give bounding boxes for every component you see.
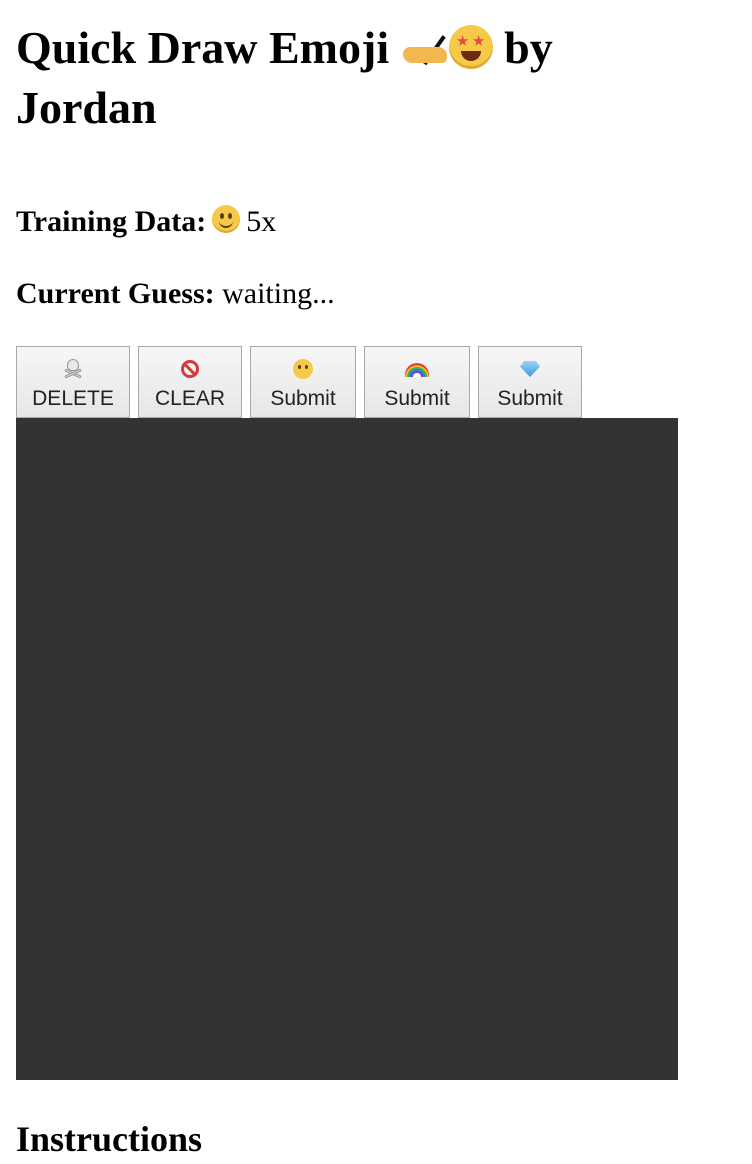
delete-button-label: DELETE <box>32 387 114 410</box>
training-data-label: Training Data: <box>16 205 207 238</box>
submit-rainbow-label: Submit <box>384 387 450 410</box>
submit-gem-button[interactable]: Submit <box>478 346 582 418</box>
smiley-icon <box>212 205 241 233</box>
toolbar: DELETE CLEAR Submit Submit Submit <box>16 346 582 418</box>
gem-icon <box>520 357 540 381</box>
skull-crossbones-icon <box>63 357 83 381</box>
star-struck-icon <box>448 25 493 69</box>
writing-hand-icon <box>401 29 449 69</box>
submit-rainbow-button[interactable]: Submit <box>364 346 470 418</box>
clear-button[interactable]: CLEAR <box>138 346 242 418</box>
training-data-count: 5x <box>246 205 277 238</box>
rainbow-icon <box>405 357 429 381</box>
page-title: Quick Draw Emoji by Jordan <box>16 18 656 138</box>
instructions-heading: Instructions <box>16 1119 203 1159</box>
current-guess-value: waiting... <box>222 277 335 310</box>
clear-button-label: CLEAR <box>154 387 226 410</box>
current-guess-label: Current Guess: <box>16 277 215 310</box>
title-prefix: Quick Draw Emoji <box>16 22 390 73</box>
submit-smiley-button[interactable]: Submit <box>250 346 356 418</box>
smiley-icon <box>293 357 313 381</box>
training-data-line: Training Data: 5x <box>16 202 276 242</box>
submit-smiley-label: Submit <box>270 387 336 410</box>
submit-gem-label: Submit <box>497 387 563 410</box>
drawing-canvas[interactable] <box>16 418 678 1080</box>
no-entry-icon <box>181 357 199 381</box>
current-guess-line: Current Guess: waiting... <box>16 274 335 314</box>
delete-button[interactable]: DELETE <box>16 346 130 418</box>
